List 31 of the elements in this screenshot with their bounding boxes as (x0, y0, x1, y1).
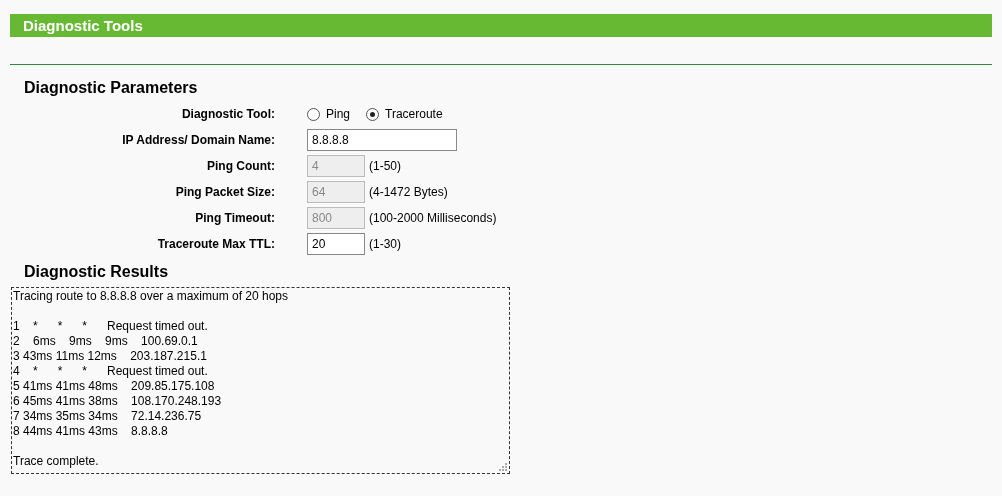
range-hint: (100-2000 Milliseconds) (369, 211, 497, 225)
results-textarea[interactable] (11, 287, 510, 474)
result-line: Trace complete. (13, 454, 99, 469)
result-line: 4 * * * Request timed out. (13, 364, 208, 379)
field-label: Diagnostic Tool: (180, 107, 276, 121)
resize-grip-icon[interactable] (499, 463, 507, 471)
result-line: 8 44ms 41ms 43ms 8.8.8.8 (13, 424, 168, 439)
radio-option[interactable]: Ping (307, 107, 351, 121)
range-hint: (1-30) (369, 237, 401, 251)
field-label: IP Address/ Domain Name: (121, 133, 276, 147)
field-label: Ping Packet Size: (174, 185, 276, 199)
section-title: Diagnostic Results (24, 263, 170, 281)
result-line: 6 45ms 41ms 38ms 108.170.248.193 (13, 394, 222, 409)
result-line: 1 * * * Request timed out. (13, 319, 208, 334)
result-line: Tracing route to 8.8.8.8 over a maximum of 20 hops (13, 289, 289, 304)
input-field[interactable]: 20 (307, 233, 365, 255)
result-line: 7 34ms 35ms 34ms 72.14.236.75 (13, 409, 202, 424)
field-label: Ping Timeout: (194, 211, 276, 225)
page-title: Diagnostic Tools (23, 17, 143, 34)
radio-button[interactable] (307, 107, 320, 121)
radio-button[interactable] (366, 107, 380, 121)
range-hint: (1-50) (369, 159, 401, 173)
range-hint: (4-1472 Bytes) (369, 185, 448, 199)
input-field[interactable]: 8.8.8.8 (307, 129, 457, 151)
field-label: Traceroute Max TTL: (156, 237, 276, 251)
section-title: Diagnostic Parameters (24, 79, 199, 97)
field-label: Ping Count: (206, 159, 276, 173)
result-line: 2 6ms 9ms 9ms 100.69.0.1 (13, 334, 198, 349)
result-line: 5 41ms 41ms 48ms 209.85.175.108 (13, 379, 215, 394)
result-line: 3 43ms 11ms 12ms 203.187.215.1 (13, 349, 207, 364)
radio-option[interactable]: Traceroute (366, 107, 443, 121)
